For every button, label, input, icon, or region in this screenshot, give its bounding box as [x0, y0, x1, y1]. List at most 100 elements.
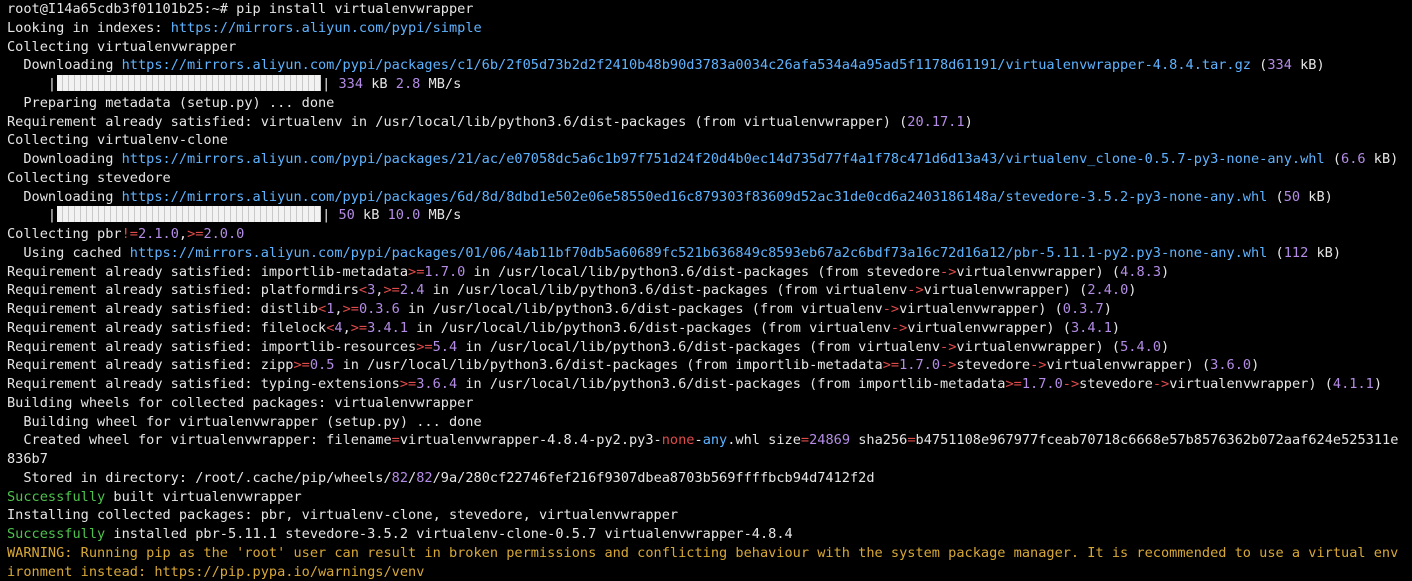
terminal-text: ) — [1251, 357, 1260, 374]
terminal-text: virtualenvwrapper) ( — [923, 282, 1088, 299]
operator-text: -> — [1152, 376, 1170, 392]
operator-text: >= — [383, 282, 400, 299]
number-text: 2.4 — [399, 282, 425, 299]
number-text: 3.6.0 — [1210, 357, 1252, 374]
terminal-text: kB — [363, 76, 396, 92]
terminal-text: Requirement already satisfied: typing-ex… — [7, 376, 400, 392]
terminal-text: in /usr/local/lib/python3.6/dist-package… — [457, 338, 941, 355]
number-text: 1.7.0 — [899, 357, 941, 374]
terminal-text: Requirement already satisfied: virtualen… — [7, 113, 908, 130]
warning-text: WARNING: Running pip as the 'root' user … — [7, 544, 1399, 561]
terminal-line: Downloading https://mirrors.aliyun.com/p… — [7, 188, 1412, 207]
terminal-text: , — [342, 319, 351, 336]
terminal-line: Requirement already satisfied: importlib… — [7, 263, 1412, 282]
terminal-line: 836b7 — [7, 450, 1412, 469]
terminal-text: virtualenvwrapper) ( — [956, 263, 1121, 280]
terminal-text: Installing collected packages: pbr, virt… — [7, 507, 679, 524]
terminal-text: in /usr/local/lib/python3.6/dist-package… — [457, 376, 1006, 392]
terminal-text: kB — [354, 207, 388, 224]
terminal-line: Collecting pbr!=2.1.0,>=2.0.0 — [7, 225, 1412, 244]
terminal-text: Collecting virtualenvwrapper — [7, 38, 237, 55]
operator-text: = — [907, 432, 916, 449]
terminal-window[interactable]: root@I14a65cdb3f01101b25:~# pip install … — [0, 0, 1412, 581]
terminal-text: Downloading — [7, 188, 122, 205]
terminal-text: MB/s — [420, 207, 462, 224]
terminal-line: Requirement already satisfied: platformd… — [7, 281, 1412, 300]
url-text: https://mirrors.aliyun.com/pypi/packages… — [129, 244, 1268, 261]
terminal-text: Collecting stevedore — [7, 169, 171, 186]
number-text: 2.4.0 — [1087, 282, 1129, 299]
terminal-text: Building wheel for virtualenvwrapper (se… — [7, 413, 482, 430]
terminal-text: stevedore — [1079, 376, 1153, 392]
operator-text: = — [800, 432, 810, 449]
terminal-text: 836b7 — [7, 451, 48, 467]
operator-text: = — [391, 432, 400, 449]
operator-text: -> — [1030, 357, 1047, 374]
number-text: 5.4 — [432, 338, 458, 355]
terminal-line: Building wheels for collected packages: … — [7, 394, 1412, 413]
terminal-text: Downloading — [7, 57, 122, 74]
terminal-text: sha256 — [850, 432, 908, 449]
terminal-text: | — [7, 76, 57, 92]
terminal-text: in /usr/local/lib/python3.6/dist-package… — [334, 357, 883, 374]
number-text: 50 — [338, 207, 355, 224]
operator-text: >= — [1005, 376, 1022, 392]
terminal-line: Downloading https://mirrors.aliyun.com/p… — [7, 56, 1412, 75]
terminal-text: in /usr/local/lib/python3.6/dist-package… — [399, 301, 883, 317]
success-text: Successfully — [7, 526, 106, 542]
number-text: 334 — [338, 76, 364, 92]
number-text: 20.17.1 — [907, 113, 965, 130]
terminal-text: virtualenvwrapper) ( — [956, 338, 1121, 355]
terminal-text: virtualenvwrapper) ( — [907, 319, 1071, 336]
terminal-line: Looking in indexes: https://mirrors.aliy… — [7, 19, 1412, 38]
terminal-text: kB) — [1365, 151, 1399, 167]
terminal-text: ( — [1267, 244, 1284, 261]
terminal-text: virtualenvwrapper) ( — [1046, 357, 1211, 374]
number-text: 2.1.0 — [137, 226, 179, 242]
terminal-text: ( — [1251, 57, 1268, 74]
operator-text: >= — [293, 357, 310, 374]
terminal-text: kB) — [1300, 188, 1333, 205]
terminal-text: /9a/280cf22746fef216f9307dbea8703b569fff… — [432, 469, 875, 486]
terminal-line: Requirement already satisfied: importlib… — [7, 338, 1412, 357]
terminal-text: Requirement already satisfied: importlib… — [7, 338, 417, 355]
terminal-text: .whl size — [727, 432, 801, 449]
terminal-text: installed pbr-5.11.1 stevedore-3.5.2 vir… — [105, 526, 793, 542]
number-text: 3.6.4 — [416, 376, 458, 392]
download-progress-bar — [57, 206, 322, 223]
terminal-text: Requirement already satisfied: platformd… — [7, 282, 359, 299]
success-text: Successfully — [7, 488, 106, 505]
terminal-text: virtualenvwrapper-4.8.4-py2.py3- — [399, 432, 662, 449]
terminal-text: ) — [1161, 338, 1170, 355]
url-text: https://mirrors.aliyun.com/pypi/packages… — [121, 151, 1325, 167]
terminal-line: Collecting stevedore — [7, 169, 1412, 188]
terminal-text: Requirement already satisfied: distlib — [7, 301, 318, 317]
operator-text: < — [318, 301, 327, 317]
terminal-text: | — [322, 76, 339, 92]
shell-prompt: root@I14a65cdb3f01101b25:~# — [7, 1, 237, 17]
terminal-text: in /usr/local/lib/python3.6/dist-package… — [424, 282, 908, 299]
terminal-text: Stored in directory: /root/.cache/pip/wh… — [7, 469, 392, 486]
terminal-text: - — [694, 432, 703, 449]
terminal-text: ) — [1128, 282, 1137, 299]
terminal-line: Building wheel for virtualenvwrapper (se… — [7, 413, 1412, 432]
operator-text: -> — [1062, 376, 1080, 392]
terminal-line: Collecting virtualenv-clone — [7, 131, 1412, 150]
number-text: 112 — [1283, 244, 1309, 261]
terminal-text: stevedore — [956, 357, 1031, 374]
terminal-line: Stored in directory: /root/.cache/pip/wh… — [7, 469, 1412, 488]
operator-text: -> — [940, 263, 957, 280]
operator-text: >= — [342, 301, 359, 317]
operator-text: -> — [940, 357, 957, 374]
number-text: 82 — [416, 469, 433, 486]
terminal-text: Building wheels for collected packages: … — [7, 394, 474, 411]
terminal-line: Requirement already satisfied: filelock<… — [7, 319, 1412, 338]
number-text: 1.7.0 — [424, 263, 466, 280]
operator-text: none — [661, 432, 695, 449]
terminal-text: ) — [1103, 301, 1112, 317]
number-text: 5.4.0 — [1120, 338, 1162, 355]
terminal-line: Collecting virtualenvwrapper — [7, 38, 1412, 57]
terminal-text: ) — [1111, 319, 1121, 336]
terminal-text: Collecting pbr — [7, 226, 122, 242]
number-text: 82 — [391, 469, 409, 486]
